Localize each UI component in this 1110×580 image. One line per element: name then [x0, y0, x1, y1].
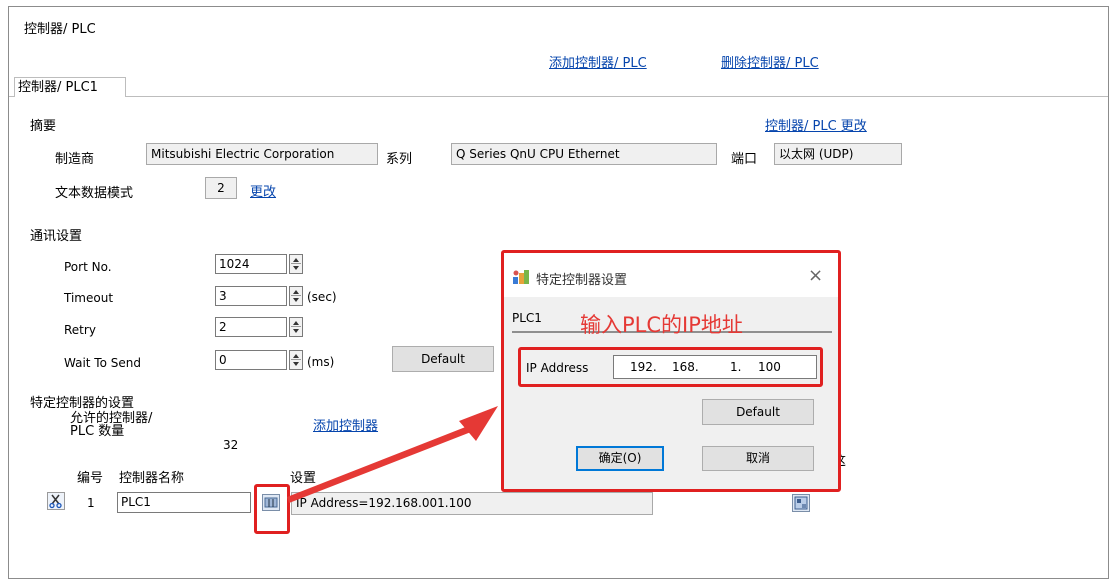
dialog-highlight [501, 250, 841, 492]
